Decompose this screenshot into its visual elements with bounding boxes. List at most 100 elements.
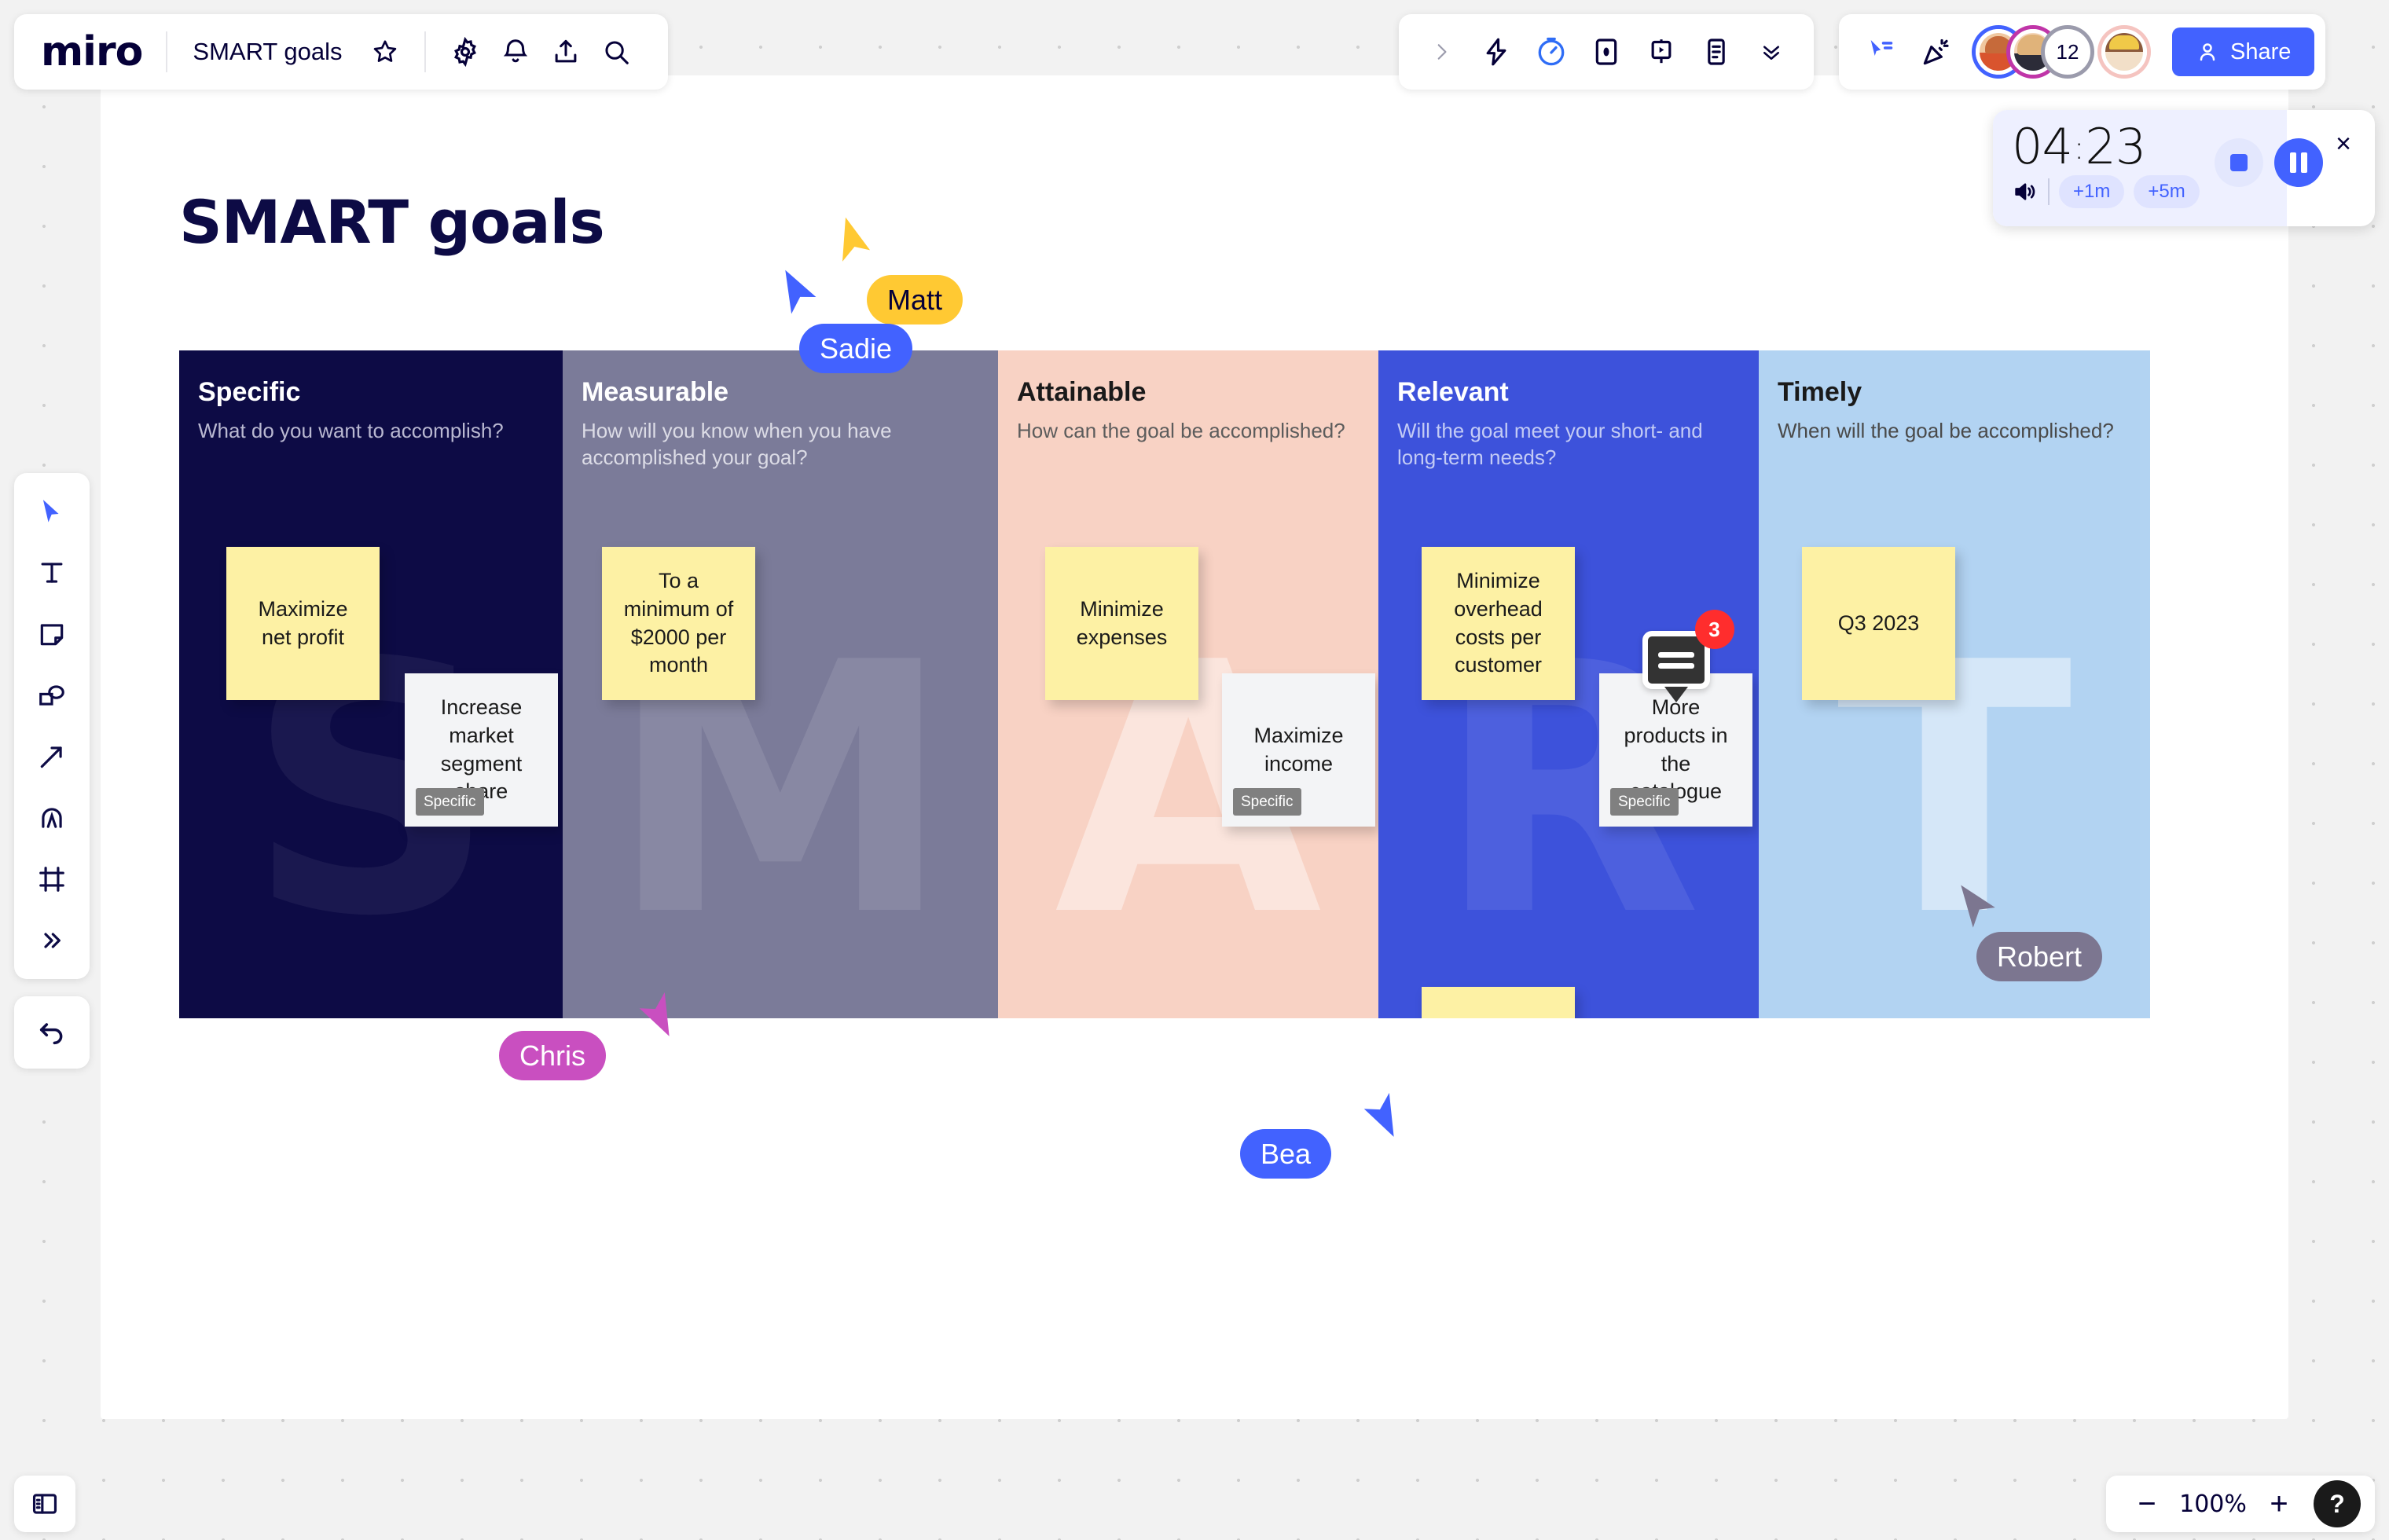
sticky-note-tag[interactable]: Specific xyxy=(1233,787,1301,816)
add-1m-button[interactable]: +1m xyxy=(2059,175,2125,209)
zoom-controls: − 100% + ? xyxy=(2106,1476,2375,1532)
divider xyxy=(424,31,426,72)
avatar-overflow-count[interactable]: 12 xyxy=(2045,29,2090,75)
add-5m-button[interactable]: +5m xyxy=(2134,175,2200,209)
chevron-right-icon[interactable] xyxy=(1416,27,1466,77)
timer-icon[interactable] xyxy=(1526,27,1576,77)
collaboration-toolbar: 12 Share xyxy=(1839,14,2326,90)
cursor-arrow-icon xyxy=(629,983,683,1040)
share-label: Share xyxy=(2230,38,2292,64)
sticky-note[interactable]: Q3 2023 xyxy=(1802,547,1955,700)
column-header: Attainable How can the goal be accomplish… xyxy=(998,350,1378,444)
search-icon[interactable] xyxy=(591,27,641,77)
zoom-level[interactable]: 100% xyxy=(2175,1490,2251,1518)
cursor-arrow-icon xyxy=(1955,882,2001,932)
top-left-toolbar: miro SMART goals xyxy=(14,14,668,90)
undo-icon[interactable] xyxy=(14,996,90,1069)
star-icon[interactable] xyxy=(360,27,410,77)
column-subtitle: When will the goal be accomplished? xyxy=(1778,419,2114,442)
sticky-note[interactable]: Maximize net profit xyxy=(226,547,380,700)
column-title: Measurable xyxy=(582,377,729,407)
sticky-note[interactable]: Minimize expenses xyxy=(1045,547,1198,700)
comment-count-badge: 3 xyxy=(1694,610,1734,649)
column-title: Timely xyxy=(1778,377,1862,407)
miro-logo[interactable]: miro xyxy=(41,28,166,75)
celebrate-icon[interactable] xyxy=(1911,27,1961,77)
connector-tool[interactable] xyxy=(24,729,79,784)
text-tool[interactable] xyxy=(24,545,79,600)
sticky-note-text: Minimize expenses xyxy=(1076,596,1168,649)
column-subtitle: How can the goal be accomplished? xyxy=(1017,419,1345,442)
close-icon[interactable]: × xyxy=(2336,130,2351,157)
cursor-label: Bea xyxy=(1240,1129,1332,1179)
column-attainable[interactable]: A Attainable How can the goal be accomplis… xyxy=(998,350,1378,1018)
sticky-note[interactable]: More products in the catalogueSpecific3 xyxy=(1599,610,1752,827)
sticky-note-text: To a minimum of $2000 per month xyxy=(623,569,734,677)
sticky-note[interactable]: Minimize overhead costs per customer xyxy=(1422,547,1575,700)
timer-separator: : xyxy=(2073,130,2085,167)
side-panel-icon[interactable] xyxy=(14,1476,75,1532)
video-icon[interactable] xyxy=(1581,27,1631,77)
sticky-note-text: Minimize overhead costs per customer xyxy=(1454,569,1543,677)
page-title: SMART goals xyxy=(179,187,605,257)
sticky-note[interactable]: Maximize income Specific xyxy=(1222,673,1375,827)
volume-icon[interactable] xyxy=(2012,178,2039,205)
column-specific[interactable]: S Specific What do you want to accomplish?… xyxy=(179,350,563,1018)
presentation-icon[interactable] xyxy=(1636,27,1686,77)
more-tools[interactable] xyxy=(24,913,79,968)
pen-tool[interactable] xyxy=(24,790,79,845)
column-subtitle: Will the goal meet your short- and long-… xyxy=(1397,419,1703,470)
timer-stop-button[interactable] xyxy=(2215,138,2263,187)
sticky-note-text: Q3 2023 xyxy=(1837,610,1920,635)
column-header: Measurable How will you know when you hav… xyxy=(563,350,998,471)
cursor-label: Robert xyxy=(1976,932,2103,982)
timer-widget: 04:23 +1m +5m × xyxy=(1993,110,2375,226)
column-subtitle: What do you want to accomplish? xyxy=(198,419,504,442)
column-title: Relevant xyxy=(1397,377,1509,407)
comment-badge-icon[interactable]: 3 xyxy=(1642,610,1734,689)
column-header: Relevant Will the goal meet your short- a… xyxy=(1378,350,1759,471)
column-subtitle: How will you know when you have accompli… xyxy=(582,419,892,470)
column-relevant[interactable]: R Relevant Will the goal meet your short- … xyxy=(1378,350,1759,1018)
timer-minutes: 04 xyxy=(2012,118,2073,175)
zoom-out-button[interactable]: − xyxy=(2127,1483,2167,1524)
column-measurable[interactable]: M Measurable How will you know when you ha… xyxy=(563,350,998,1018)
sticky-note-tool[interactable] xyxy=(24,607,79,662)
cursor-share-icon[interactable] xyxy=(1856,27,1906,77)
cursor-arrow-icon xyxy=(773,266,825,321)
cursor-label: Matt xyxy=(867,275,963,325)
shapes-tool[interactable] xyxy=(24,668,79,723)
column-header: Timely When will the goal be accomplished… xyxy=(1759,350,2150,444)
bell-icon[interactable] xyxy=(490,27,541,77)
sticky-note-tag[interactable]: Specific xyxy=(416,787,484,816)
apps-toolbar xyxy=(1399,14,1814,90)
miro-board-app: SMART goals S Specific What do you want to… xyxy=(0,0,2389,1540)
collaborator-avatars: 12 xyxy=(1976,29,2147,75)
timer-seconds: 23 xyxy=(2085,118,2146,175)
sticky-note[interactable]: To a minimum of $2000 per month xyxy=(602,547,755,700)
column-title: Attainable xyxy=(1017,377,1147,407)
upload-icon[interactable] xyxy=(541,27,591,77)
cursor-arrow-icon xyxy=(1354,1084,1407,1141)
sticky-note[interactable]: Increase market segment shareSpecific xyxy=(405,673,558,827)
frame-tool[interactable] xyxy=(24,852,79,907)
avatar[interactable] xyxy=(2101,29,2147,75)
notes-icon[interactable] xyxy=(1691,27,1741,77)
chevron-double-down-icon[interactable] xyxy=(1746,27,1796,77)
timer-pause-button[interactable] xyxy=(2274,138,2323,187)
sticky-note-tag[interactable]: Specific xyxy=(1610,787,1679,816)
cursor-label: Sadie xyxy=(799,324,913,374)
help-button[interactable]: ? xyxy=(2314,1480,2361,1527)
sticky-note-text: Maximize net profit xyxy=(258,596,348,649)
gear-icon[interactable] xyxy=(440,27,490,77)
cursor-label: Chris xyxy=(499,1031,607,1081)
zoom-in-button[interactable]: + xyxy=(2259,1483,2299,1524)
bolt-icon[interactable] xyxy=(1471,27,1521,77)
column-header: Specific What do you want to accomplish? xyxy=(179,350,563,444)
board-title[interactable]: SMART goals xyxy=(167,38,359,66)
column-title: Specific xyxy=(198,377,301,407)
share-button[interactable]: Share xyxy=(2172,28,2315,76)
column-timely[interactable]: T Timely When will the goal be accomplishe… xyxy=(1759,350,2150,1018)
select-tool[interactable] xyxy=(24,484,79,539)
sticky-note[interactable]: Diversified revenue streams xyxy=(1422,987,1575,1018)
